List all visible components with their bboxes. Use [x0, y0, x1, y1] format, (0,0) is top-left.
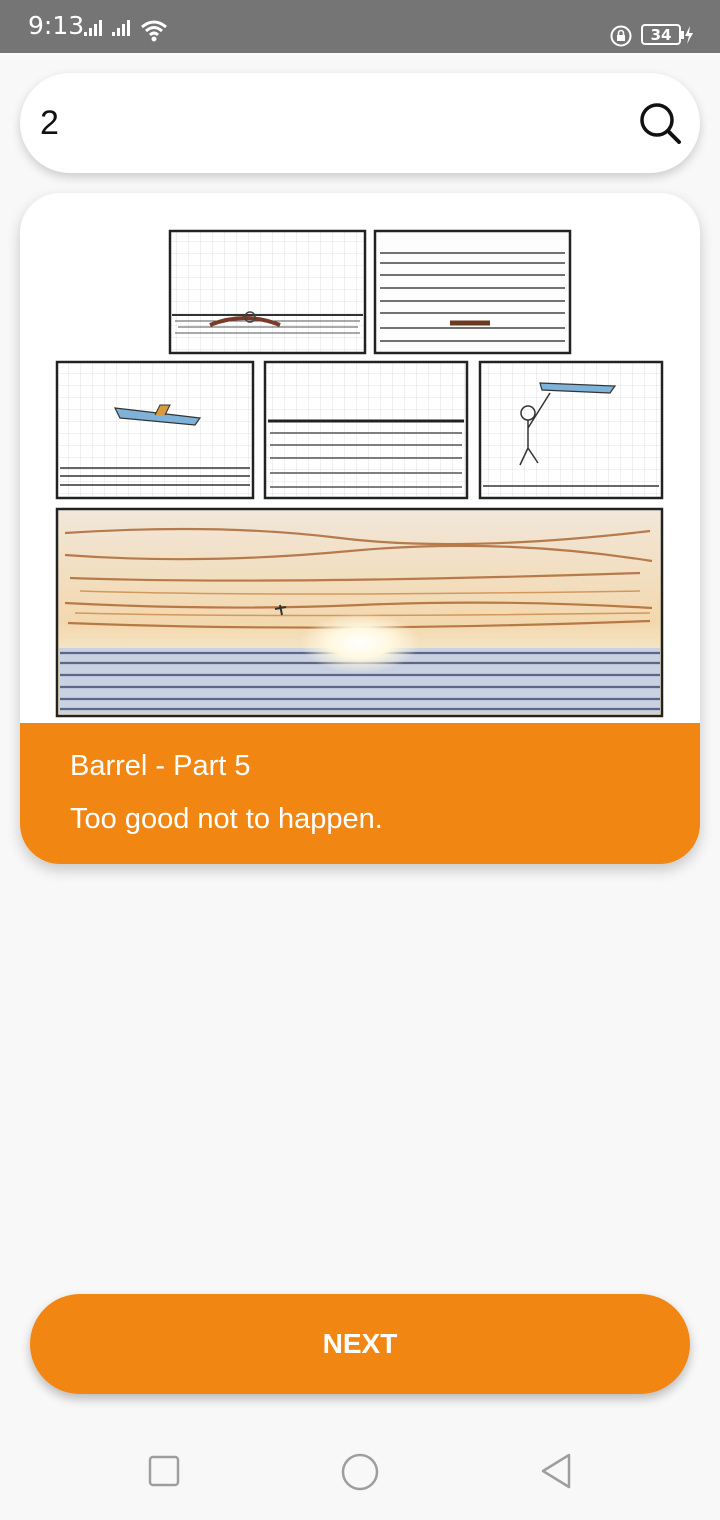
panel-1 — [168, 229, 367, 355]
panel-3 — [55, 360, 255, 500]
navigation-bar — [0, 1420, 720, 1520]
wifi-icon — [141, 20, 167, 42]
lock-icon — [610, 25, 632, 47]
card-footer: Barrel - Part 5 Too good not to happen. — [20, 723, 700, 864]
signal-icon — [84, 20, 102, 36]
next-button[interactable]: NEXT — [30, 1294, 690, 1394]
search-input[interactable] — [40, 93, 620, 153]
home-icon[interactable] — [340, 1452, 380, 1492]
battery-level: 34 — [650, 25, 672, 44]
recents-icon[interactable] — [147, 1454, 181, 1488]
comic-card[interactable]: Barrel - Part 5 Too good not to happen. — [20, 193, 700, 864]
signal-icon-2 — [112, 20, 130, 36]
back-icon[interactable] — [538, 1452, 574, 1490]
panel-6 — [55, 507, 664, 718]
panel-2 — [373, 229, 572, 355]
charging-icon — [685, 26, 693, 44]
search-icon[interactable] — [638, 101, 682, 145]
comic-strip-image — [55, 229, 664, 718]
panel-4 — [263, 360, 469, 500]
panel-5 — [478, 360, 664, 500]
status-bar: 9:13 34 — [0, 0, 720, 53]
battery-icon: 34 — [641, 24, 681, 45]
status-time: 9:13 — [28, 11, 85, 40]
comic-subtitle: Too good not to happen. — [70, 803, 383, 835]
search-bar — [20, 73, 700, 173]
comic-title: Barrel - Part 5 — [70, 750, 251, 782]
